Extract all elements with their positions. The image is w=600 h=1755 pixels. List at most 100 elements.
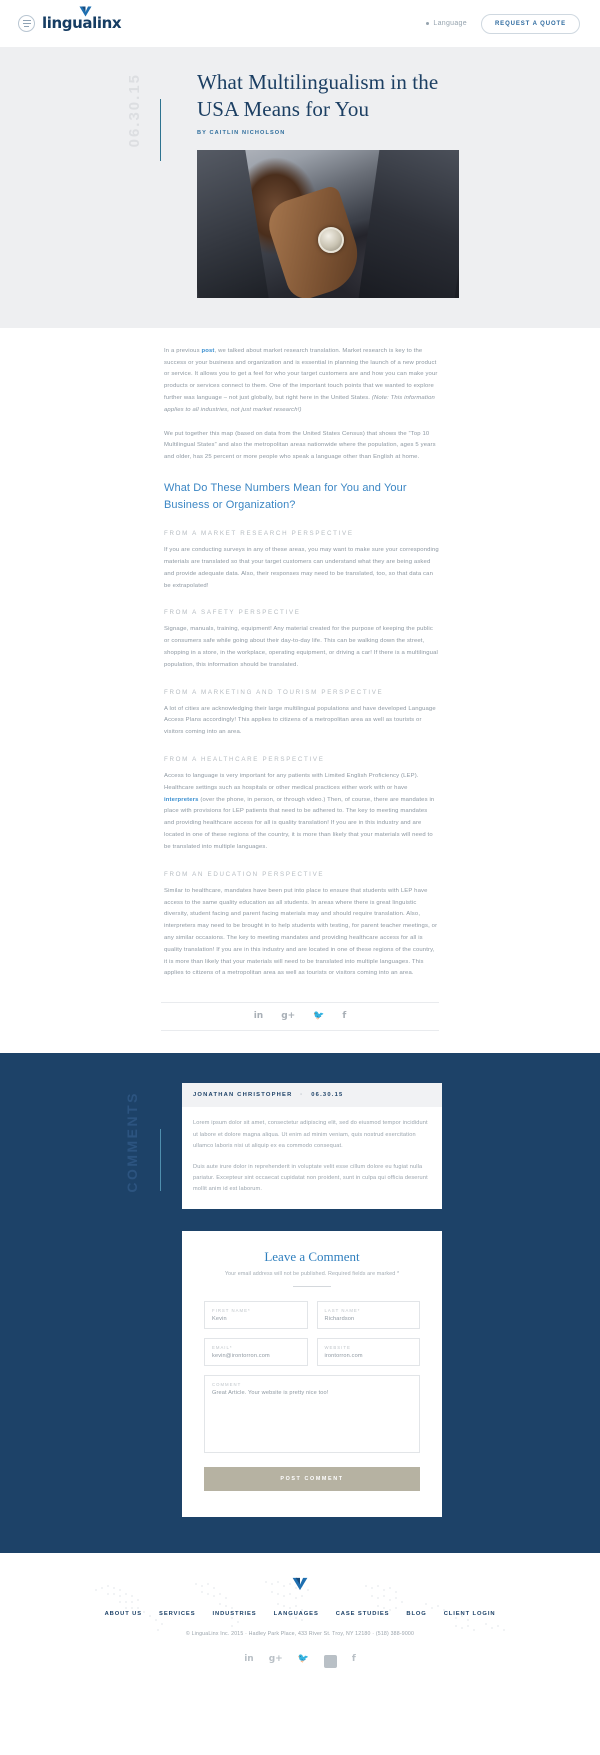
email-label: EMAIL* — [212, 1344, 233, 1350]
footer-link-client-login[interactable]: CLIENT LOGIN — [444, 1611, 496, 1617]
intro-text-before: In a previous — [164, 347, 202, 354]
healthcare-text-after: (over the phone, in person, or through v… — [164, 796, 435, 850]
linkedin-icon[interactable]: in — [244, 1654, 254, 1668]
suit-right-decor — [358, 149, 459, 298]
intro-text-after: , we talked about market research transl… — [164, 347, 438, 401]
comments-rail: COMMENTS — [124, 1091, 140, 1198]
bird-logo-icon — [79, 6, 92, 17]
globe-icon — [426, 22, 430, 25]
comments-rail-label: COMMENTS — [124, 1091, 140, 1193]
youtube-icon[interactable]: ▶ — [323, 1654, 337, 1668]
email-value: kevin@irontorron.com — [212, 1352, 270, 1359]
page-title: What Multilingualism in the USA Means fo… — [197, 70, 439, 121]
paragraph-map: We put together this map (based on data … — [164, 430, 436, 461]
paragraph-market-research: If you are conducting surveys in any of … — [164, 547, 439, 589]
googleplus-icon[interactable]: g+ — [269, 1654, 283, 1668]
twitter-icon[interactable]: 🐦 — [313, 1012, 324, 1021]
hand-decor — [262, 184, 368, 298]
suit-left-decor — [197, 149, 269, 298]
footer-link-industries[interactable]: INDUSTRIES — [212, 1611, 256, 1617]
post-byline: BY CAITLIN NICHOLSON — [197, 129, 286, 136]
paragraph-marketing-tourism: A lot of cities are acknowledging their … — [164, 705, 436, 736]
last-name-label: LAST NAME* — [324, 1307, 361, 1313]
site-footer: ABOUT US SERVICES INDUSTRIES LANGUAGES C… — [0, 1552, 600, 1688]
email-field[interactable]: EMAIL* kevin@irontorron.com — [204, 1337, 308, 1366]
comment-form-note: Your email address will not be published… — [224, 1270, 400, 1277]
comment-meta-separator: · — [300, 1092, 304, 1099]
post-date-rail: 06.30.15 — [125, 73, 143, 148]
comment-date: 06.30.15 — [311, 1092, 344, 1099]
facebook-icon[interactable]: f — [342, 1012, 346, 1021]
logo-wordmark[interactable]: lingualinx — [42, 6, 122, 32]
footer-legal-text: © LinguaLinx Inc. 2015 · Hadley Park Pla… — [185, 1630, 415, 1637]
footer-link-services[interactable]: SERVICES — [159, 1611, 195, 1617]
footer-link-blog[interactable]: BLOG — [406, 1611, 426, 1617]
subheading-education: FROM AN EDUCATION PERSPECTIVE — [164, 870, 325, 878]
comment-paragraph: Duis aute irure dolor in reprehenderit i… — [193, 1163, 428, 1193]
comment-value: Great Article. Your website is pretty ni… — [212, 1389, 329, 1396]
googleplus-icon[interactable]: g+ — [281, 1012, 295, 1021]
footer-link-languages[interactable]: LANGUAGES — [274, 1611, 319, 1617]
first-name-value: Kevin — [212, 1315, 227, 1322]
header-actions: Language REQUEST A QUOTE — [426, 13, 580, 34]
share-bar: in g+ 🐦 f — [161, 1002, 439, 1032]
name-field-row: FIRST NAME* Kevin LAST NAME* Richardson — [204, 1300, 420, 1329]
last-name-value: Richardson — [324, 1315, 355, 1322]
brand-logo[interactable]: lingualinx — [18, 6, 122, 32]
post-comment-button[interactable]: POST COMMENT — [204, 1466, 420, 1491]
site-header: lingualinx Language REQUEST A QUOTE — [0, 0, 600, 47]
subheading-safety: FROM A SAFETY PERSPECTIVE — [164, 609, 301, 617]
subheading-market-research: FROM A MARKET RESEARCH PERSPECTIVE — [164, 530, 354, 538]
subheading-healthcare: FROM A HEALTHCARE PERSPECTIVE — [164, 756, 325, 763]
paragraph-safety: Signage, manuals, training, equipment! A… — [164, 626, 438, 668]
watch-decor — [317, 226, 344, 253]
first-name-field[interactable]: FIRST NAME* Kevin — [204, 1300, 308, 1329]
post-date: 06.30.15 — [126, 73, 143, 148]
website-value: irontorron.com — [324, 1352, 363, 1359]
comment-label: COMMENT — [212, 1381, 242, 1387]
comment-meta: JONATHAN CHRISTOPHER · 06.30.15 — [182, 1083, 442, 1108]
logo-text: lingualinx — [42, 14, 122, 32]
comment-item: JONATHAN CHRISTOPHER · 06.30.15 Lorem ip… — [182, 1083, 442, 1209]
language-label: Language — [433, 20, 467, 27]
paragraph-education: Similar to healthcare, mandates have bee… — [164, 887, 438, 977]
last-name-field[interactable]: LAST NAME* Richardson — [316, 1300, 420, 1329]
interpreters-link[interactable]: interpreters — [164, 797, 199, 803]
request-quote-button[interactable]: REQUEST A QUOTE — [480, 13, 580, 34]
website-field[interactable]: WEBSITE irontorron.com — [316, 1337, 420, 1366]
comment-form-title: Leave a Comment — [264, 1248, 360, 1264]
footer-logo[interactable] — [0, 1577, 600, 1591]
healthcare-text-before: Access to language is very important for… — [164, 773, 419, 791]
hero-section: 06.30.15 What Multilingualism in the USA… — [0, 47, 600, 328]
comment-author: JONATHAN CHRISTOPHER — [193, 1092, 293, 1099]
previous-post-link[interactable]: post — [201, 348, 214, 354]
subheading-marketing-tourism: FROM A MARKETING AND TOURISM PERSPECTIVE — [164, 688, 384, 696]
section-heading-main: What Do These Numbers Mean for You and Y… — [164, 482, 407, 511]
footer-link-about-us[interactable]: ABOUT US — [105, 1611, 142, 1617]
comment-textarea[interactable]: COMMENT Great Article. Your website is p… — [204, 1374, 420, 1453]
footer-link-case-studies[interactable]: CASE STUDIES — [336, 1611, 390, 1617]
comment-text: Lorem ipsum dolor sit amet, consectetur … — [182, 1107, 442, 1209]
linkedin-icon[interactable]: in — [254, 1012, 264, 1021]
facebook-icon[interactable]: f — [352, 1654, 356, 1668]
footer-nav: ABOUT US SERVICES INDUSTRIES LANGUAGES C… — [0, 1611, 600, 1617]
form-divider — [293, 1285, 331, 1287]
hero-image — [197, 149, 459, 298]
language-selector[interactable]: Language — [426, 20, 467, 27]
hamburger-icon[interactable] — [18, 15, 35, 32]
first-name-label: FIRST NAME* — [212, 1307, 251, 1313]
footer-social-bar: in g+ 🐦 ▶ f — [0, 1654, 600, 1668]
contact-field-row: EMAIL* kevin@irontorron.com WEBSITE iron… — [204, 1337, 420, 1366]
comments-section: COMMENTS JONATHAN CHRISTOPHER · 06.30.15… — [0, 1053, 600, 1553]
twitter-icon[interactable]: 🐦 — [298, 1654, 309, 1668]
accent-rule — [160, 99, 161, 161]
paragraph-intro: In a previous post, we talked about mark… — [164, 346, 439, 417]
comment-paragraph: Lorem ipsum dolor sit amet, consectetur … — [193, 1120, 428, 1150]
website-label: WEBSITE — [324, 1344, 351, 1350]
paragraph-healthcare: Access to language is very important for… — [164, 771, 439, 854]
comment-form: Leave a Comment Your email address will … — [182, 1230, 442, 1517]
article-spacer — [0, 1031, 600, 1054]
bird-logo-icon — [292, 1577, 308, 1591]
article-body: In a previous post, we talked about mark… — [0, 327, 600, 1054]
comments-accent-rule — [160, 1129, 161, 1192]
